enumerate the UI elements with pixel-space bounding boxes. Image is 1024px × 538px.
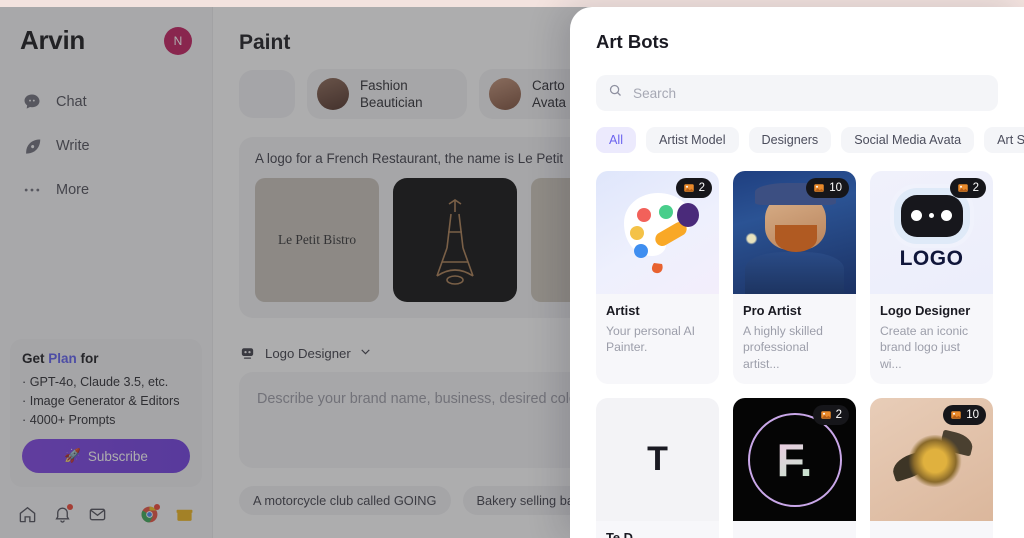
bot-card-title: Artist — [606, 303, 640, 318]
bot-card-body: Pro Artist A highly skilled professional… — [733, 294, 856, 384]
search-icon — [608, 83, 623, 103]
filter-pills: All Artist Model Designers Social Media … — [570, 111, 1024, 153]
filter-pill-artist-model[interactable]: Artist Model — [646, 127, 739, 153]
filter-pill-social-media-avata[interactable]: Social Media Avata — [841, 127, 975, 153]
bot-card-title: Te D — [606, 530, 633, 538]
bot-card-desc: Create an iconic brand logo just wi... — [880, 324, 969, 371]
filter-pill-designers[interactable]: Designers — [748, 127, 832, 153]
f-letter: F. — [776, 433, 813, 486]
tshirt-artwork: T — [596, 398, 719, 522]
badge-count: 2 — [972, 182, 979, 194]
bot-card-pro-artist[interactable]: 10 Pro Artist A highly skilled professio… — [733, 171, 856, 385]
robot-eye-left — [911, 210, 922, 221]
bot-card-body: Te D Pr ge — [596, 521, 719, 538]
badge-count: 2 — [698, 182, 705, 194]
robot-eye-right — [941, 210, 952, 221]
badge-count: 10 — [966, 409, 979, 422]
tattoo-rose — [906, 435, 964, 487]
search-box[interactable] — [596, 75, 998, 111]
bot-card-body: Logo Designer Create an iconic brand log… — [870, 294, 993, 384]
robot-face-icon — [900, 194, 963, 237]
vangogh-beard — [774, 225, 817, 253]
status-badge: 2 — [949, 178, 986, 198]
image-icon — [813, 182, 825, 194]
bot-card-tattoo[interactable]: 10 — [870, 398, 993, 538]
window-top-accent — [0, 0, 1024, 7]
vangogh-body — [745, 252, 844, 294]
status-badge: 10 — [943, 405, 986, 426]
filter-pill-art-style[interactable]: Art Style — [984, 127, 1024, 153]
bot-card-title: Pro Artist — [743, 303, 802, 318]
tshirt-letter: T — [647, 440, 668, 479]
badge-count: 10 — [829, 182, 842, 194]
bot-card-artist[interactable]: 2 Artist Your personal AI Painter. — [596, 171, 719, 385]
logo-word: LOGO — [899, 246, 964, 270]
image-icon — [820, 409, 832, 421]
bot-card-image: T — [596, 398, 719, 522]
bot-card-f-logo[interactable]: 2 F. — [733, 398, 856, 538]
robot-mouth-dot — [929, 213, 934, 218]
search-input[interactable] — [633, 85, 986, 101]
bot-card-image: 10 — [870, 398, 993, 522]
bot-card-desc: A highly skilled professional artist... — [743, 324, 823, 371]
image-icon — [683, 182, 695, 194]
status-badge: 2 — [812, 405, 849, 426]
status-badge: 2 — [675, 178, 712, 198]
app-window: Arvin N Chat Write More Get Plan for · G… — [0, 0, 1024, 538]
bot-card-image: 2 F. — [733, 398, 856, 522]
logo-ring: F. — [747, 412, 842, 507]
bot-card-image: 10 — [733, 171, 856, 294]
status-badge: 10 — [806, 178, 849, 198]
bot-card-body: Artist Your personal AI Painter. — [596, 294, 719, 368]
filter-pill-all[interactable]: All — [596, 127, 636, 153]
art-bots-panel: Art Bots All Artist Model Designers Soci… — [570, 7, 1024, 538]
bot-card-image: 2 LOGO — [870, 171, 993, 294]
image-icon — [957, 182, 969, 194]
panel-title: Art Bots — [596, 31, 669, 52]
bot-card-image: 2 — [596, 171, 719, 294]
bot-card-desc: Your personal AI Painter. — [606, 324, 695, 355]
badge-count: 2 — [835, 409, 842, 422]
bot-card-title: Logo Designer — [880, 303, 971, 318]
image-icon — [950, 409, 962, 421]
bot-card-logo-designer[interactable]: 2 LOGO Logo Designer Create an iconic br… — [870, 171, 993, 385]
bot-card-grid: 2 Artist Your personal AI Painter. 10 Pr… — [570, 153, 1024, 538]
bot-card-tshirt-designer[interactable]: T Te D Pr ge — [596, 398, 719, 538]
